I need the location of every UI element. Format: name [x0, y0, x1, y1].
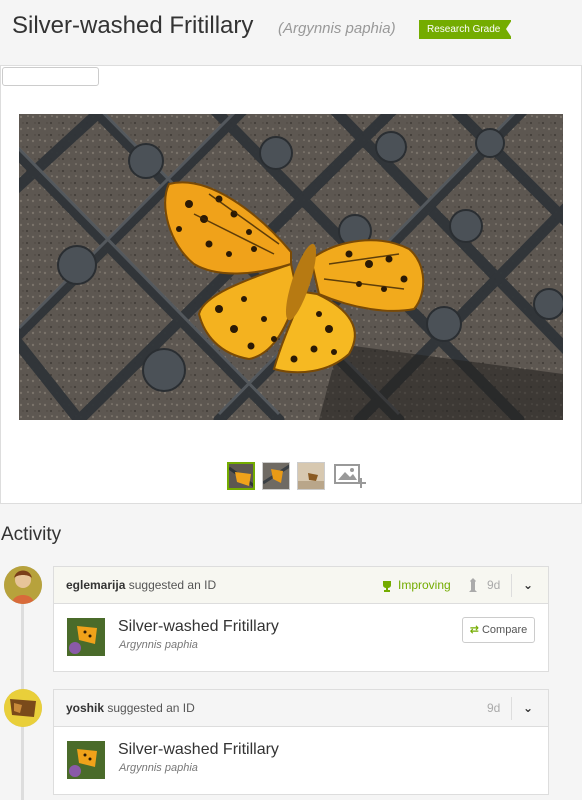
photo-thumbnails — [227, 462, 366, 490]
action-text: suggested an ID — [128, 578, 217, 592]
taxon-scientific-name: Argynnis paphia — [119, 639, 198, 651]
identification-body: Silver-washed Fritillary Argynnis paphia — [54, 727, 548, 794]
compare-label: Compare — [481, 624, 528, 636]
identification-header: yoshik suggested an ID 9d ⌄ — [54, 690, 548, 727]
action-text: suggested an ID — [107, 701, 195, 715]
header-divider — [511, 697, 512, 720]
scientific-name: (Argynnis paphia) — [278, 20, 396, 37]
compare-icon: ⇄ — [469, 624, 479, 636]
avatar[interactable] — [4, 689, 42, 727]
identification-body: Silver-washed Fritillary Argynnis paphia… — [54, 604, 548, 671]
improving-status: Improving — [381, 567, 451, 604]
identification-card: yoshik suggested an ID 9d ⌄ Silver-washe… — [53, 689, 549, 795]
add-photo-icon[interactable] — [334, 463, 366, 489]
improving-label: Improving — [398, 578, 451, 592]
taxon-name[interactable]: Silver-washed Fritillary — [118, 618, 279, 636]
quality-grade-badge: Research Grade — [419, 20, 512, 39]
main-photo[interactable]: cc i — [19, 114, 563, 420]
activity-heading: Activity — [1, 524, 62, 545]
identification-card: eglemarija suggested an ID Improving 9d … — [53, 566, 549, 672]
header-divider — [511, 574, 512, 597]
agree-icon[interactable] — [467, 578, 479, 593]
identification-header: eglemarija suggested an ID Improving 9d … — [54, 567, 548, 604]
identification-age: 9d — [487, 578, 501, 592]
identification-age: 9d — [487, 701, 501, 715]
trophy-icon — [383, 580, 391, 592]
taxon-name[interactable]: Silver-washed Fritillary — [118, 741, 279, 759]
user-name[interactable]: eglemarija — [66, 578, 125, 592]
chevron-down-icon[interactable]: ⌄ — [523, 567, 533, 604]
page-title: Silver-washed Fritillary — [12, 12, 254, 39]
user-name[interactable]: yoshik — [66, 701, 104, 715]
compare-button[interactable]: ⇄ Compare — [462, 617, 535, 643]
taxon-photo[interactable] — [67, 618, 105, 656]
photo-thumbnail[interactable] — [227, 462, 255, 490]
avatar[interactable] — [4, 566, 42, 604]
photo-thumbnail[interactable] — [297, 462, 325, 490]
chevron-down-icon[interactable]: ⌄ — [523, 690, 533, 727]
observation-header: Silver-washed Fritillary (Argynnis paphi… — [0, 0, 582, 60]
taxon-scientific-name: Argynnis paphia — [119, 762, 198, 774]
photo-thumbnail[interactable] — [262, 462, 290, 490]
taxon-photo[interactable] — [67, 741, 105, 779]
photo-tab[interactable] — [2, 67, 99, 86]
photo-panel: cc i — [0, 65, 582, 504]
